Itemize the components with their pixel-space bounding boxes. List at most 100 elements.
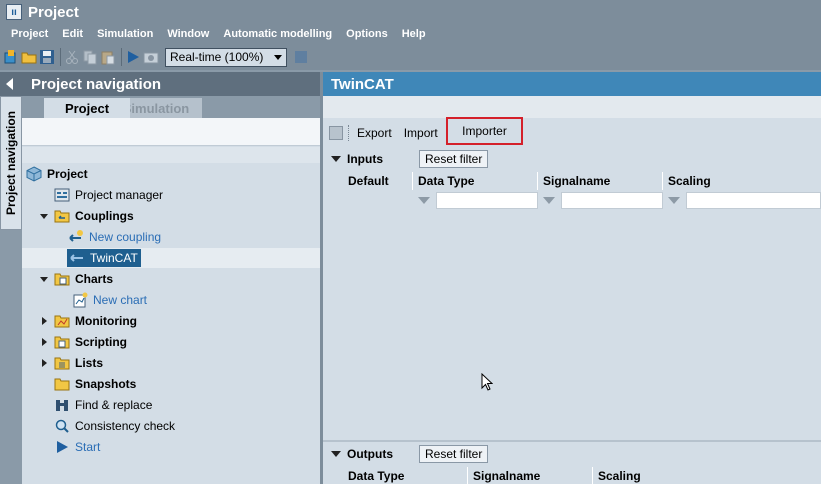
tab-project[interactable]: Project [44, 98, 130, 118]
folder-script-icon [54, 336, 70, 349]
tree-item-label: New chart [93, 293, 148, 307]
tree-item-monitoring[interactable]: Monitoring [22, 311, 320, 331]
tree-item-couplings[interactable]: Couplings [22, 206, 320, 226]
menu-edit[interactable]: Edit [55, 28, 90, 40]
expand-right-icon[interactable] [38, 336, 50, 348]
tree-item-consistency-check[interactable]: Consistency check [22, 416, 320, 436]
speed-select[interactable]: Real-time (100%) [165, 47, 287, 67]
new-coupling-icon [69, 230, 83, 242]
menu-project[interactable]: Project [4, 28, 55, 40]
cut-icon[interactable] [64, 49, 80, 65]
filter-icon[interactable] [668, 196, 680, 204]
manager-icon [54, 188, 70, 202]
tree-item-label: Couplings [75, 209, 134, 223]
tree-item-twincat[interactable]: TwinCAT [22, 248, 320, 268]
expand-right-icon[interactable] [38, 315, 50, 327]
filter-input-signalname[interactable] [561, 191, 663, 209]
inputs-filter-row [343, 190, 821, 210]
cube-icon [26, 166, 42, 182]
tree-item-label: Snapshots [75, 377, 137, 391]
navigation-tabs: Simulation Project [22, 96, 320, 118]
panel-spacer [323, 96, 821, 118]
menu-options[interactable]: Options [339, 28, 395, 40]
outputs-grid-header: Data Type Signalname Scaling [343, 467, 821, 484]
menu-automatic-modelling[interactable]: Automatic modelling [216, 28, 339, 40]
column-header-scaling[interactable]: Scaling [593, 467, 743, 484]
toolbar-separator [348, 125, 349, 141]
binoculars-icon [56, 400, 68, 411]
twincat-toolbar: Export Import [323, 122, 821, 144]
open-folder-icon[interactable] [21, 49, 37, 65]
inputs-grid-header: Default Data Type Signalname Scaling [343, 172, 821, 190]
export-button[interactable]: Export [357, 126, 392, 140]
save-icon[interactable] [39, 49, 55, 65]
outputs-reset-filter-button[interactable]: Reset filter [419, 445, 489, 463]
twincat-panel: Export Import Importer Inputs Reset filt… [323, 96, 821, 484]
new-chart-icon [73, 292, 88, 308]
filter-input-data-type[interactable] [436, 191, 538, 209]
title-bar: ıı Project [0, 0, 821, 24]
play-icon [57, 441, 68, 453]
play-icon[interactable] [125, 49, 141, 65]
section-divider[interactable] [323, 440, 821, 442]
inputs-reset-filter-button[interactable]: Reset filter [419, 150, 489, 168]
outputs-section-header: Outputs Reset filter [323, 444, 821, 464]
folder-monitor-icon [54, 315, 70, 328]
project-navigation-header: Project navigation [0, 72, 320, 96]
navigation-filter-input[interactable] [22, 118, 320, 146]
column-header-data-type[interactable]: Data Type [343, 467, 468, 484]
import-button[interactable]: Import [404, 126, 438, 140]
expand-right-icon[interactable] [38, 357, 50, 369]
coupling-icon [70, 254, 83, 262]
menu-window[interactable]: Window [160, 28, 216, 40]
filter-input-scaling[interactable] [686, 191, 821, 209]
tree-item-scripting[interactable]: Scripting [22, 332, 320, 352]
tree-item-label: Scripting [75, 335, 128, 349]
collapse-outputs-icon[interactable] [331, 451, 341, 457]
folder-snapshot-icon [54, 378, 70, 391]
tree-item-label: Project manager [75, 188, 164, 202]
tree-item-project-manager[interactable]: Project manager [22, 185, 320, 205]
tree-item-snapshots[interactable]: Snapshots [22, 374, 320, 394]
panel-title: Project navigation [31, 75, 162, 93]
column-header-data-type[interactable]: Data Type [413, 172, 538, 190]
tree-item-find-replace[interactable]: Find & replace [22, 395, 320, 415]
column-header-scaling[interactable]: Scaling [663, 172, 821, 190]
menu-help[interactable]: Help [395, 28, 433, 40]
collapse-inputs-icon[interactable] [331, 156, 341, 162]
column-header-signalname[interactable]: Signalname [538, 172, 663, 190]
importer-button[interactable]: Importer [446, 117, 523, 145]
tree-item-project[interactable]: Project [22, 164, 320, 184]
vertical-tab-project-navigation[interactable]: Project navigation [0, 96, 22, 230]
collapse-panel-icon[interactable] [6, 78, 13, 90]
save-icon[interactable] [329, 126, 343, 140]
tree-item-new-coupling[interactable]: New coupling [22, 227, 320, 247]
navigation-spacer [22, 147, 320, 163]
filter-icon[interactable] [418, 196, 430, 204]
copy-icon[interactable] [82, 49, 98, 65]
tree-item-lists[interactable]: Lists [22, 353, 320, 373]
tree-item-label: Consistency check [75, 419, 176, 433]
camera-icon[interactable] [143, 49, 159, 65]
column-header-default[interactable]: Default [343, 172, 413, 190]
new-project-icon[interactable] [3, 49, 19, 65]
tree-item-charts[interactable]: Charts [22, 269, 320, 289]
tree-item-new-chart[interactable]: New chart [22, 290, 320, 310]
toolbar-separator [60, 48, 61, 66]
expand-down-icon[interactable] [38, 210, 50, 222]
tree-item-label: TwinCAT [90, 251, 138, 265]
paste-icon[interactable] [100, 49, 116, 65]
outputs-title: Outputs [347, 447, 393, 461]
column-header-signalname[interactable]: Signalname [468, 467, 593, 484]
filter-icon[interactable] [543, 196, 555, 204]
folder-coupling-icon [54, 210, 70, 223]
vertical-tab-strip: Project navigation [0, 96, 22, 484]
folder-chart-icon [54, 273, 70, 286]
expand-down-icon[interactable] [38, 273, 50, 285]
tree-item-label: Lists [75, 356, 104, 370]
inputs-title: Inputs [347, 152, 383, 166]
stop-icon[interactable] [295, 51, 307, 63]
tree-item-start[interactable]: Start [22, 437, 320, 457]
twincat-header: TwinCAT [323, 72, 821, 96]
menu-simulation[interactable]: Simulation [90, 28, 160, 40]
